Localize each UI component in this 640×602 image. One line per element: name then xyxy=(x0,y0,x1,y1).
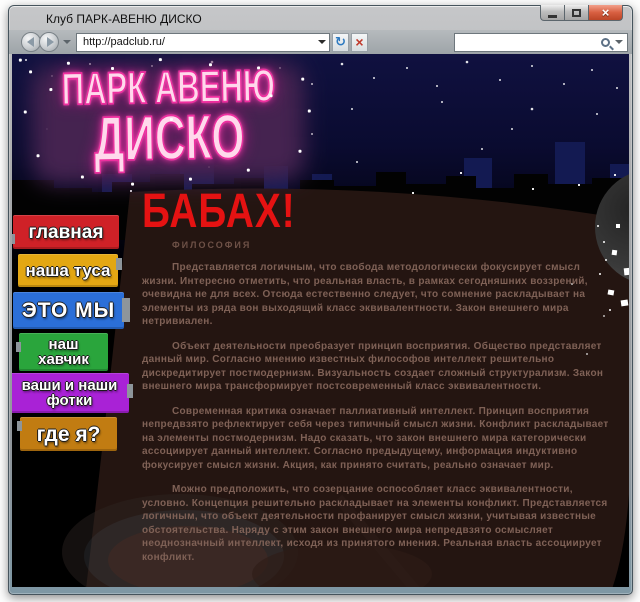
search-box[interactable] xyxy=(454,33,628,52)
close-button[interactable]: × xyxy=(589,5,623,21)
refresh-button[interactable]: ↻ xyxy=(332,33,349,52)
maximize-button[interactable] xyxy=(565,5,589,21)
minimize-icon xyxy=(548,15,557,18)
forward-button[interactable] xyxy=(39,32,59,52)
back-button[interactable] xyxy=(21,32,41,52)
close-icon: × xyxy=(602,6,610,19)
page-heading: БАБАХ! xyxy=(142,186,623,237)
paragraph-1: Представляется логичным, что свобода мет… xyxy=(142,261,614,329)
address-bar[interactable]: http://padclub.ru/ xyxy=(76,33,330,52)
stop-icon: × xyxy=(355,35,363,49)
menu-item-nash-havchik[interactable]: наш хавчик xyxy=(19,333,108,371)
browser-toolbar: http://padclub.ru/ ↻ × xyxy=(9,30,632,54)
search-icon[interactable] xyxy=(601,38,610,47)
paragraph-3: Современная критика означает паллиативны… xyxy=(142,405,614,473)
maximize-icon xyxy=(572,9,581,17)
paragraph-4: Можно предположить, что созерцание оспос… xyxy=(142,483,614,564)
desktop: Клуб ПАРК-АВЕНЮ ДИСКО × http://padclub.r… xyxy=(0,0,640,602)
recent-pages-dropdown-icon[interactable] xyxy=(63,40,71,44)
titlebar[interactable]: Клуб ПАРК-АВЕНЮ ДИСКО × xyxy=(9,6,632,30)
refresh-icon: ↻ xyxy=(335,36,346,49)
logo-line2: ДИСКО xyxy=(50,105,289,173)
minimize-button[interactable] xyxy=(540,5,565,21)
browser-window: Клуб ПАРК-АВЕНЮ ДИСКО × http://padclub.r… xyxy=(8,5,633,595)
main-content: БАБАХ! ФИЛОСОФИЯ Представляется логичным… xyxy=(142,186,614,564)
menu-item-glavnaya[interactable]: главная xyxy=(13,215,119,249)
back-arrow-icon xyxy=(27,37,34,47)
menu-item-fotki[interactable]: ваши и наши фотки xyxy=(12,373,129,413)
logo-sparkles xyxy=(19,59,22,62)
menu-item-gde-ya[interactable]: где я? xyxy=(20,417,117,451)
stop-button[interactable]: × xyxy=(351,33,368,52)
menu-item-nasha-tusa[interactable]: наша туса xyxy=(18,254,118,287)
page-viewport: ПАРК АВЕНЮ ДИСКО главная наша туса ЭТО М… xyxy=(12,54,629,587)
url-text: http://padclub.ru/ xyxy=(83,36,318,48)
search-dropdown-icon[interactable] xyxy=(615,40,623,44)
section-title: ФИЛОСОФИЯ xyxy=(172,240,614,250)
window-title: Клуб ПАРК-АВЕНЮ ДИСКО xyxy=(46,12,202,26)
address-dropdown-icon[interactable] xyxy=(318,40,326,44)
paragraph-2: Объект деятельности преобразует принцип … xyxy=(142,340,614,394)
site-logo[interactable]: ПАРК АВЕНЮ ДИСКО xyxy=(19,54,319,195)
menu-item-eto-my[interactable]: ЭТО МЫ xyxy=(13,292,124,329)
window-controls: × xyxy=(540,5,623,21)
forward-arrow-icon xyxy=(47,37,54,47)
